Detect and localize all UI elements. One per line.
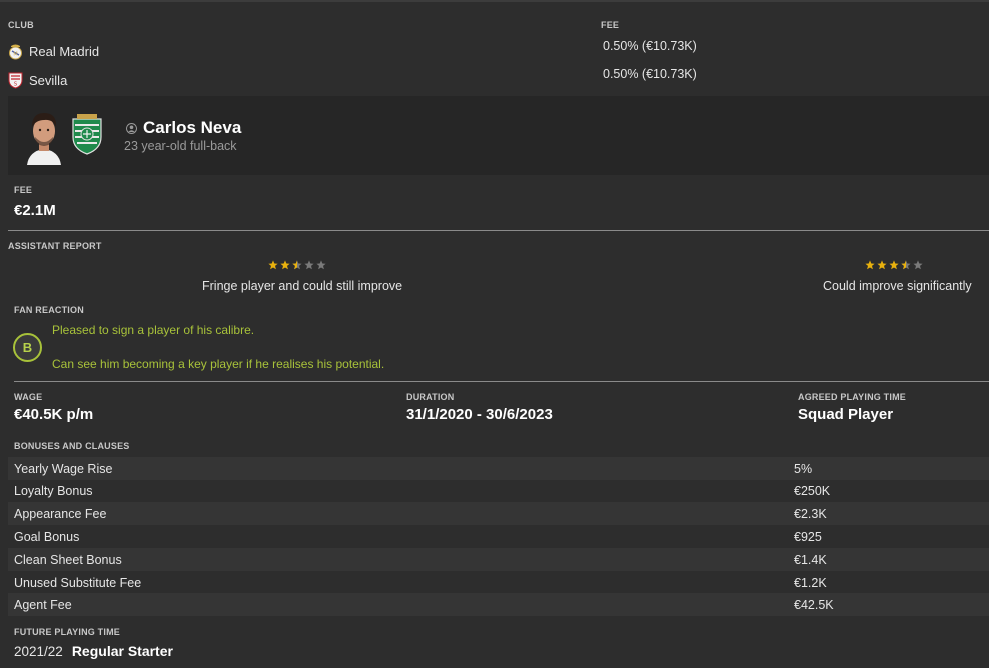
bonus-row[interactable]: Agent Fee €42.5K xyxy=(8,593,989,616)
fan-reaction-line-2: Can see him becoming a key player if he … xyxy=(52,357,385,371)
fan-reaction-label: FAN REACTION xyxy=(14,305,84,315)
bonus-row[interactable]: Goal Bonus €925 xyxy=(8,525,989,548)
agreed-playing-time-label: AGREED PLAYING TIME xyxy=(798,392,906,402)
star-full-icon xyxy=(865,260,875,270)
bonus-row[interactable]: Yearly Wage Rise 5% xyxy=(8,457,989,480)
fan-reaction-grade-badge: B xyxy=(13,333,42,362)
star-full-icon xyxy=(280,260,290,270)
bonus-name: Unused Substitute Fee xyxy=(14,575,142,590)
club-column-label: CLUB xyxy=(8,20,34,30)
future-role: Regular Starter xyxy=(71,643,173,659)
bonus-value: 5% xyxy=(794,461,813,476)
bonus-name: Goal Bonus xyxy=(14,529,80,544)
agreed-playing-time-value: Squad Player xyxy=(798,406,894,423)
player-name-row: Carlos Neva xyxy=(126,118,241,138)
bonus-value: €250K xyxy=(794,483,831,498)
fee-value: €2.1M xyxy=(14,202,56,219)
bonus-value: €925 xyxy=(794,529,822,544)
bonus-row[interactable]: Loyalty Bonus €250K xyxy=(8,479,989,502)
star-half-icon xyxy=(901,260,911,270)
wage-value: €40.5K p/m xyxy=(14,406,94,423)
bonus-name: Loyalty Bonus xyxy=(14,483,93,498)
svg-text:S: S xyxy=(14,82,17,88)
star-full-icon xyxy=(889,260,899,270)
bonus-name: Yearly Wage Rise xyxy=(14,461,113,476)
wage-label: WAGE xyxy=(14,392,43,402)
player-name[interactable]: Carlos Neva xyxy=(143,118,241,138)
player-description: 23 year-old full-back xyxy=(124,139,237,153)
star-empty-icon xyxy=(304,260,314,270)
future-playing-time-row: 2021/22 Regular Starter xyxy=(14,643,173,659)
assistant-report-label: ASSISTANT REPORT xyxy=(8,241,102,251)
bonus-row[interactable]: Clean Sheet Bonus €1.4K xyxy=(8,548,989,571)
sevilla-crest-icon: S xyxy=(8,72,23,89)
fan-divider xyxy=(14,381,989,382)
bonus-value: €1.4K xyxy=(794,552,827,567)
club-row-real-madrid[interactable]: M Real Madrid xyxy=(8,43,99,60)
club-name: Sevilla xyxy=(29,73,68,88)
bonus-name: Clean Sheet Bonus xyxy=(14,552,122,567)
star-empty-icon xyxy=(913,260,923,270)
duration-value: 31/1/2020 - 30/6/2023 xyxy=(406,406,553,423)
bonus-value: €1.2K xyxy=(794,575,827,590)
future-playing-time-label: FUTURE PLAYING TIME xyxy=(14,627,120,637)
star-full-icon xyxy=(877,260,887,270)
fee-label: FEE xyxy=(14,185,33,195)
star-empty-icon xyxy=(316,260,326,270)
duration-label: DURATION xyxy=(406,392,455,402)
star-half-icon xyxy=(292,260,302,270)
svg-text:M: M xyxy=(13,52,17,58)
current-ability-stars xyxy=(268,260,326,270)
club-fee-sevilla: 0.50% (€10.73K) xyxy=(603,67,697,81)
potential-ability-stars xyxy=(865,260,923,270)
bonus-name: Agent Fee xyxy=(14,597,72,612)
real-madrid-crest-icon: M xyxy=(9,44,22,60)
user-icon xyxy=(126,122,137,134)
club-name: Real Madrid xyxy=(29,44,100,59)
current-ability-text: Fringe player and could still improve xyxy=(202,279,403,293)
star-full-icon xyxy=(268,260,278,270)
bonus-value: €42.5K xyxy=(794,597,834,612)
bonus-row[interactable]: Appearance Fee €2.3K xyxy=(8,502,989,525)
player-card[interactable]: Carlos Neva 23 year-old full-back xyxy=(8,96,989,175)
fee-column-label: FEE xyxy=(601,20,620,30)
bonus-value: €2.3K xyxy=(794,506,827,521)
fan-reaction-line-1: Pleased to sign a player of his calibre. xyxy=(52,323,255,337)
club-row-sevilla[interactable]: S Sevilla xyxy=(8,72,67,89)
fee-divider xyxy=(8,230,989,231)
bonuses-label: BONUSES AND CLAUSES xyxy=(14,441,130,451)
sporting-crest-icon xyxy=(72,114,102,155)
future-season: 2021/22 xyxy=(14,644,63,659)
bonus-row[interactable]: Unused Substitute Fee €1.2K xyxy=(8,571,989,594)
potential-ability-text: Could improve significantly xyxy=(823,279,972,293)
bonus-name: Appearance Fee xyxy=(14,506,107,521)
club-fee-real-madrid: 0.50% (€10.73K) xyxy=(603,39,697,53)
top-border xyxy=(0,0,989,2)
player-photo xyxy=(23,107,65,165)
